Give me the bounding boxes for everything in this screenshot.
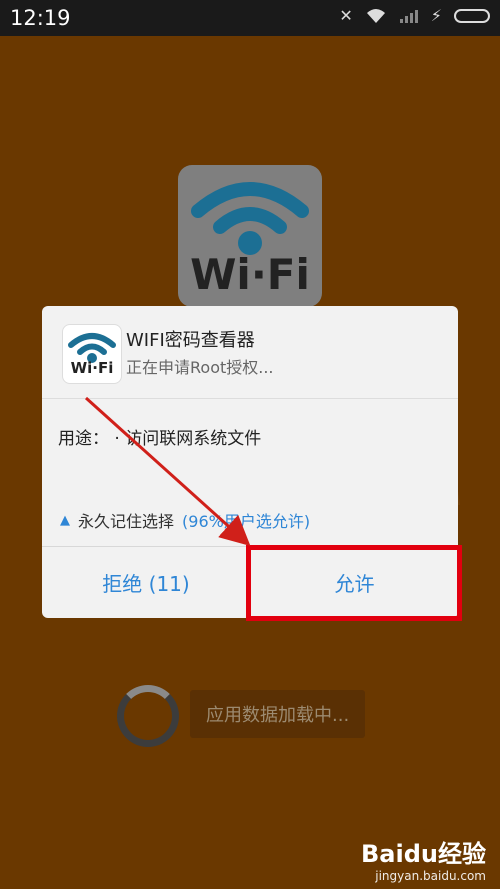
watermark-logo: Baidu经验 — [361, 840, 486, 868]
battery-icon — [454, 8, 490, 23]
triangle-up-icon: ▲ — [60, 512, 70, 528]
dialog-app-icon: Wi·Fi — [62, 324, 122, 384]
remember-percentage: (96%用户选允许) — [182, 512, 311, 531]
signal-icon — [399, 9, 418, 23]
mute-icon: ✕ — [339, 6, 353, 25]
dialog-title: WIFI密码查看器 — [126, 330, 255, 351]
charging-icon: ⚡ — [430, 6, 442, 25]
wifi-app-logo: Wi·Fi — [178, 165, 322, 307]
usage-label: 用途： — [58, 429, 109, 449]
allow-highlight-box — [246, 545, 462, 621]
usage-text: · 访问联网系统文件 — [114, 429, 262, 449]
loading-spinner — [117, 685, 179, 747]
wifi-icon — [366, 8, 385, 23]
dialog-app-icon-text: Wi·Fi — [70, 359, 114, 377]
dialog-subtitle: 正在申请Root授权... — [126, 358, 274, 377]
remember-label: 永久记住选择 — [78, 512, 175, 531]
status-time: 12:19 — [10, 6, 71, 30]
loading-label: 应用数据加载中... — [190, 690, 366, 738]
watermark-url: jingyan.baidu.com — [375, 869, 486, 883]
divider — [42, 398, 458, 399]
status-icons: ✕ ⚡ — [339, 6, 490, 25]
wifi-icon — [191, 182, 309, 255]
usage-row: 用途： · 访问联网系统文件 — [58, 424, 261, 449]
baidu-watermark: Baidu经验 jingyan.baidu.com — [361, 834, 486, 883]
remember-choice-toggle[interactable]: ▲ 永久记住选择 (96%用户选允许) — [60, 508, 310, 532]
logo-text: Wi·Fi — [190, 250, 310, 299]
deny-button[interactable]: 拒绝 (11) — [42, 547, 250, 618]
status-bar: 12:19 ✕ ⚡ — [0, 0, 500, 36]
